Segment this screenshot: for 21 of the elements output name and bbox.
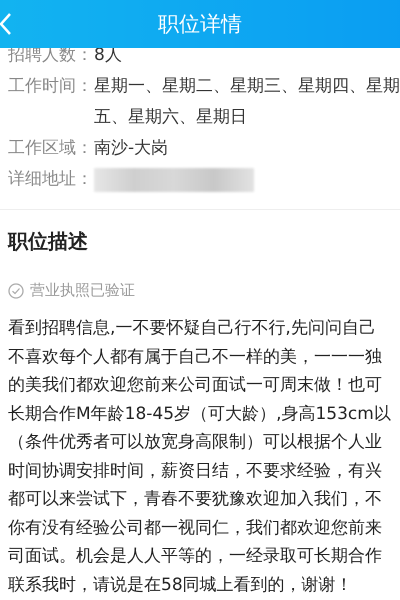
description-line: 看到招聘信息,一不要怀疑自己行不行,先问问自己 — [8, 317, 376, 340]
description-line: 长期合作M年龄18-45岁（可大龄）,身高153cm以 — [8, 402, 391, 426]
verified-label: 营业执照已验证 — [30, 281, 135, 300]
description-line: 你有没有经验公司都一视同仁，我们都欢迎您前来 — [8, 516, 382, 540]
back-icon[interactable] — [0, 12, 12, 36]
info-value: 南沙-大岗 — [94, 137, 168, 160]
description-line: （条件优秀者可以放宽身高限制）可以根据个人业 — [8, 431, 382, 454]
description-line: 都可以来尝试下，青春不要犹豫欢迎加入我们，不 — [8, 488, 382, 511]
info-label: 工作时间： — [8, 75, 94, 98]
page-title: 职位详情 — [158, 11, 242, 38]
description-line: 联系我时，请说是在58同城上看到的，谢谢！ — [8, 574, 353, 596]
description-line: 时间协调安排时间，薪资日结，不要求经验，有兴 — [8, 460, 382, 482]
info-label: 工作区域： — [8, 137, 94, 160]
section-heading: 职位描述 — [6, 228, 89, 255]
info-label: 详细地址： — [8, 168, 94, 191]
description-line: 司面试。机会是人人平等的，一经录取可长期合作 — [8, 545, 382, 568]
description-line: 不喜欢每个人都有属于自己不一样的美，一一一独 — [8, 346, 382, 368]
description-line: 的美我们都欢迎您前来公司面试一可周末做！也可 — [8, 374, 382, 397]
info-value: 星期一、星期二、星期三、星期四、星期 — [94, 75, 400, 98]
check-circle-icon — [8, 282, 24, 298]
info-value: 五、星期六、星期日 — [94, 106, 248, 129]
